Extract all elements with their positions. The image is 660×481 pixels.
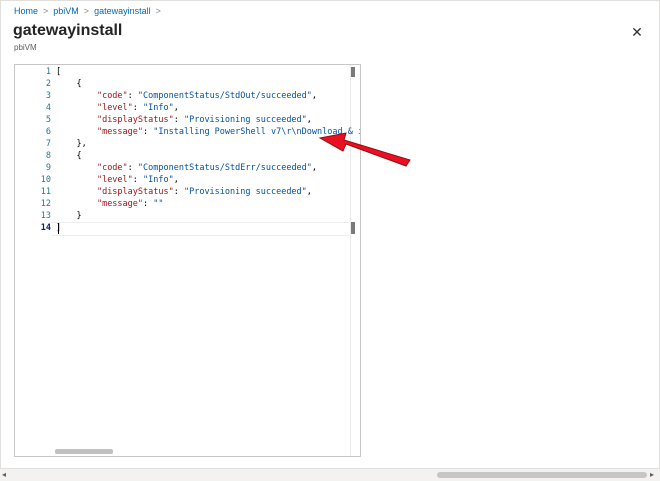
arrow-shape: [318, 132, 411, 167]
page-scrollbar-thumb[interactable]: [437, 472, 647, 478]
scroll-left-icon[interactable]: ◂: [2, 470, 6, 479]
red-arrow-annotation: [318, 132, 411, 167]
page-horizontal-scrollbar[interactable]: ◂ ▸: [0, 468, 660, 481]
scroll-right-icon[interactable]: ▸: [650, 470, 654, 479]
